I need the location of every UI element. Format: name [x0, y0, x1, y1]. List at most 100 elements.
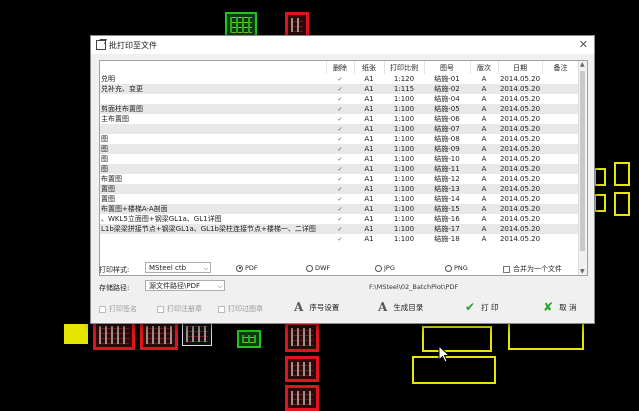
drawing-thumbnail: [64, 324, 88, 344]
table-row[interactable]: 兑明 ✓ A1 1:120 结施-01 A 2014.05.20: [100, 74, 579, 84]
table-row[interactable]: 兑补充、变更 ✓ A1 1:115 结施-02 A 2014.05.20: [100, 84, 579, 94]
table-row[interactable]: 布置图+楼梯A-A剖面 ✓ A1 1:100 结施-15 A 2014.05.20: [100, 204, 579, 214]
letter-a-icon: A: [294, 300, 304, 314]
table-row[interactable]: 图 ✓ A1 1:100 结施-08 A 2014.05.20: [100, 134, 579, 144]
column-header[interactable]: 图号: [424, 61, 471, 74]
table-row[interactable]: 布置图 ✓ A1 1:100 结施-12 A 2014.05.20: [100, 174, 579, 184]
table-row[interactable]: 图 ✓ A1 1:100 结施-10 A 2014.05.20: [100, 154, 579, 164]
drawing-thumbnail: [237, 330, 261, 348]
chevron-down-icon: ⌵: [217, 283, 222, 290]
table-row[interactable]: 置图 ✓ A1 1:100 结施-13 A 2014.05.20: [100, 184, 579, 194]
cross-icon: ✘: [543, 300, 554, 314]
button-label: 取 消: [559, 302, 577, 312]
table-row[interactable]: 剪面柱布置图 ✓ A1 1:100 结施-05 A 2014.05.20: [100, 104, 579, 114]
cell-date: 2014.05.20: [498, 184, 542, 194]
cell-date: 2014.05.20: [498, 234, 542, 244]
column-header[interactable]: 日期: [498, 61, 543, 74]
cell-del[interactable]: ✓: [326, 124, 354, 134]
print-approval-stamp-checkbox[interactable]: 打印过图章: [218, 304, 263, 314]
cell-paper: A1: [354, 124, 384, 134]
format-radio-png[interactable]: PNG: [445, 264, 468, 272]
cell-note: [542, 124, 579, 134]
button-label: 序号设置: [309, 302, 340, 312]
cell-rev: A: [470, 234, 498, 244]
cell-del[interactable]: ✓: [326, 164, 354, 174]
cell-scale: 1:100: [384, 94, 424, 104]
cell-del[interactable]: ✓: [326, 234, 354, 244]
cell-note: [542, 224, 579, 234]
merge-label: 合并为一个文件: [513, 265, 562, 273]
table-row[interactable]: ✓ A1 1:100 结施-04 A 2014.05.20: [100, 94, 579, 104]
cell-del[interactable]: ✓: [326, 134, 354, 144]
format-radio-jpg[interactable]: JPG: [375, 264, 395, 272]
radio-dot: [445, 264, 452, 272]
sequence-settings-button[interactable]: A 序号设置: [294, 301, 339, 313]
close-icon[interactable]: ✕: [579, 38, 588, 51]
format-radio-pdf[interactable]: PDF: [236, 264, 258, 272]
column-header[interactable]: 纸张: [354, 61, 385, 74]
cell-note: [542, 164, 579, 174]
cell-name: 兑明: [100, 74, 326, 84]
table-row[interactable]: 置图 ✓ A1 1:100 结施-14 A 2014.05.20: [100, 194, 579, 204]
generate-catalog-button[interactable]: A 生成目录: [378, 301, 423, 313]
cell-rev: A: [470, 84, 498, 94]
format-radio-dwf[interactable]: DWF: [306, 264, 330, 272]
cell-del[interactable]: ✓: [326, 74, 354, 84]
cell-scale: 1:100: [384, 134, 424, 144]
column-header[interactable]: 打印比例: [384, 61, 425, 74]
cell-paper: A1: [354, 184, 384, 194]
print-style-select[interactable]: MSteel ctb ⌵: [145, 262, 211, 273]
cell-del[interactable]: ✓: [326, 104, 354, 114]
print-signature-checkbox[interactable]: 打印签名: [99, 304, 137, 314]
cell-scale: 1:100: [384, 194, 424, 204]
mouse-cursor-icon: [438, 345, 450, 363]
scroll-up-icon[interactable]: ▲: [580, 61, 585, 68]
cell-paper: A1: [354, 214, 384, 224]
cell-paper: A1: [354, 174, 384, 184]
print-style-label: 打印样式:: [99, 266, 130, 274]
cell-name: 图: [100, 134, 326, 144]
cell-del[interactable]: ✓: [326, 214, 354, 224]
cell-del[interactable]: ✓: [326, 194, 354, 204]
scroll-thumb[interactable]: [580, 71, 585, 251]
column-header[interactable]: 删除: [326, 61, 355, 74]
cell-note: [542, 74, 579, 84]
column-header[interactable]: [100, 61, 327, 74]
drawing-thumbnail: [594, 194, 606, 212]
cell-date: 2014.05.20: [498, 144, 542, 154]
cell-rev: A: [470, 134, 498, 144]
table-row[interactable]: 图 ✓ A1 1:100 结施-11 A 2014.05.20: [100, 164, 579, 174]
cell-name: 主布置图: [100, 114, 326, 124]
table-row[interactable]: 主布置图 ✓ A1 1:100 结施-06 A 2014.05.20: [100, 114, 579, 124]
cell-del[interactable]: ✓: [326, 84, 354, 94]
vertical-scrollbar[interactable]: ▲ ▼: [578, 61, 587, 275]
cell-del[interactable]: ✓: [326, 114, 354, 124]
table-row[interactable]: 图 ✓ A1 1:100 结施-09 A 2014.05.20: [100, 144, 579, 154]
drawing-list-table: 删除 纸张 打印比例 图号 版次 日期 备注 兑明 ✓ A1 1:120 结施-01 A 2014.05…: [99, 60, 588, 276]
cell-date: 2014.05.20: [498, 164, 542, 174]
column-header[interactable]: 备注: [542, 61, 580, 74]
cancel-button[interactable]: ✘ 取 消: [543, 301, 576, 313]
cell-del[interactable]: ✓: [326, 174, 354, 184]
checkbox-box: [99, 305, 106, 313]
cell-del[interactable]: ✓: [326, 224, 354, 234]
scroll-down-icon[interactable]: ▼: [580, 268, 585, 275]
button-label: 生成目录: [393, 302, 424, 312]
cell-del[interactable]: ✓: [326, 144, 354, 154]
cell-del[interactable]: ✓: [326, 184, 354, 194]
print-button[interactable]: ✔ 打 印: [465, 301, 498, 313]
format-label: JPG: [384, 264, 395, 272]
cell-del[interactable]: ✓: [326, 154, 354, 164]
merge-checkbox[interactable]: 合并为一个文件: [503, 264, 562, 274]
column-header[interactable]: 版次: [470, 61, 499, 74]
cell-del[interactable]: ✓: [326, 94, 354, 104]
print-register-stamp-checkbox[interactable]: 打印注册章: [157, 304, 202, 314]
table-row[interactable]: L1b梁梁拼接节点+钢梁GL1a、GL1b梁柱连接节点+楼梯一、二详图 ✓ A1 1:…: [100, 224, 579, 234]
save-path-select[interactable]: 源文件路径\PDF ⌵: [145, 280, 225, 291]
radio-dot: [375, 264, 382, 272]
table-row[interactable]: ✓ A1 1:100 结施-18 A 2014.05.20: [100, 234, 579, 244]
cell-name: L1b梁梁拼接节点+钢梁GL1a、GL1b梁柱连接节点+楼梯一、二详图: [100, 224, 326, 234]
cell-del[interactable]: ✓: [326, 204, 354, 214]
table-row[interactable]: ✓ A1 1:100 结施-07 A 2014.05.20: [100, 124, 579, 134]
table-row[interactable]: 、WKL5立面图+钢梁GL1a、GL1详图 ✓ A1 1:100 结施-16 A 2014.…: [100, 214, 579, 224]
